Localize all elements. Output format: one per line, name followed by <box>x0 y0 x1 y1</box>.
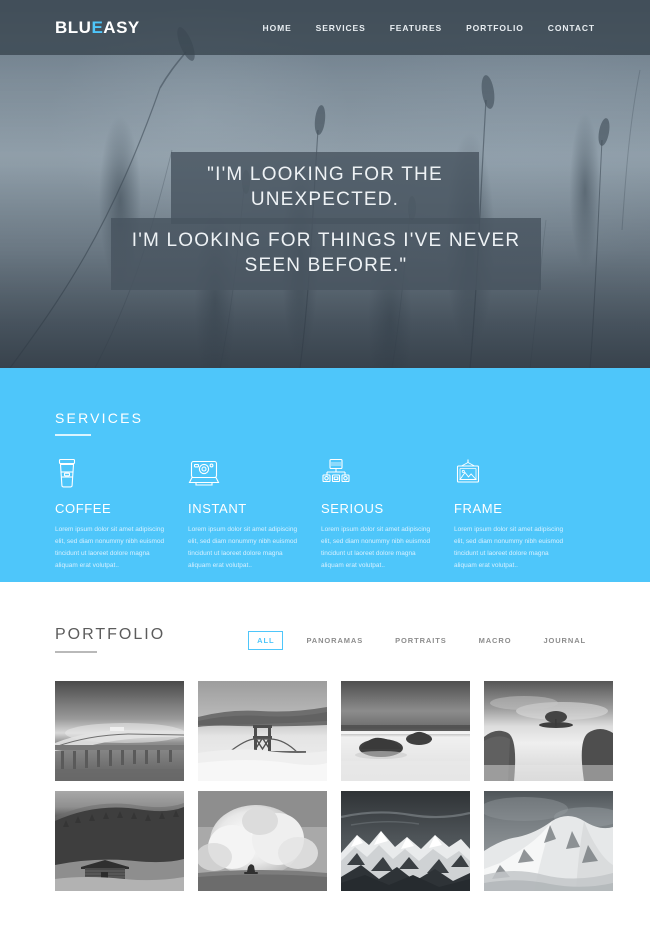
nav-item-portfolio[interactable]: PORTFOLIO <box>466 23 524 33</box>
site-logo[interactable]: BLUEASY <box>55 18 140 38</box>
site-header: BLUEASY HOME SERVICES FEATURES PORTFOLIO… <box>0 0 650 55</box>
service-title-instant: INSTANT <box>188 501 247 516</box>
portfolio-filter-panoramas[interactable]: PANORAMAS <box>297 631 372 650</box>
service-text-serious: Lorem ipsum dolor sit amet adipiscing el… <box>321 526 431 570</box>
portfolio-filter-macro[interactable]: MACRO <box>470 631 521 650</box>
portfolio-section: PORTFOLIO ALL PANORAMAS PORTRAITS MACRO … <box>0 582 650 891</box>
services-title: SERVICES <box>55 410 144 426</box>
services-section: SERVICES COFFEE Lorem ipsum dolor sit am… <box>0 368 650 582</box>
service-title-frame: FRAME <box>454 501 503 516</box>
hero-section: BLUEASY HOME SERVICES FEATURES PORTFOLIO… <box>0 0 650 368</box>
nav-item-contact[interactable]: CONTACT <box>548 23 595 33</box>
portfolio-item-bridge[interactable] <box>198 681 327 781</box>
portfolio-item-cabin[interactable] <box>55 791 184 891</box>
desktop-computer-icon <box>321 458 454 488</box>
portfolio-item-wave[interactable] <box>198 791 327 891</box>
nav-item-home[interactable]: HOME <box>263 23 292 33</box>
portfolio-header: PORTFOLIO ALL PANORAMAS PORTRAITS MACRO … <box>55 626 595 653</box>
logo-part-suffix: ASY <box>103 17 140 37</box>
instant-camera-icon <box>188 458 321 488</box>
portfolio-item-range[interactable] <box>341 791 470 891</box>
portfolio-title: PORTFOLIO <box>55 626 166 643</box>
picture-frame-icon <box>454 458 587 488</box>
portfolio-item-pier[interactable] <box>55 681 184 781</box>
service-text-frame: Lorem ipsum dolor sit amet adipiscing el… <box>454 526 564 570</box>
hero-quote-line-2: I'M LOOKING FOR THINGS I'VE NEVER SEEN B… <box>111 218 541 291</box>
portfolio-item-peak[interactable] <box>484 791 613 891</box>
portfolio-filter-portraits[interactable]: PORTRAITS <box>386 631 455 650</box>
hero-quote-line-1: "I'M LOOKING FOR THE UNEXPECTED. <box>171 152 479 225</box>
service-title-serious: SERIOUS <box>321 501 384 516</box>
logo-part-prefix: BLU <box>55 17 92 37</box>
nav-item-services[interactable]: SERVICES <box>316 23 366 33</box>
portfolio-filters: ALL PANORAMAS PORTRAITS MACRO JOURNAL <box>248 626 595 650</box>
portfolio-grid <box>55 681 613 891</box>
main-navigation: HOME SERVICES FEATURES PORTFOLIO CONTACT <box>263 23 595 33</box>
service-title-coffee: COFFEE <box>55 501 112 516</box>
service-text-instant: Lorem ipsum dolor sit amet adipiscing el… <box>188 526 298 570</box>
service-card-instant[interactable]: INSTANT Lorem ipsum dolor sit amet adipi… <box>188 458 321 572</box>
logo-part-accent: E <box>91 17 104 37</box>
nav-item-features[interactable]: FEATURES <box>390 23 442 33</box>
services-grid: COFFEE Lorem ipsum dolor sit amet adipis… <box>55 458 595 572</box>
service-card-frame[interactable]: FRAME Lorem ipsum dolor sit amet adipisc… <box>454 458 587 572</box>
service-card-coffee[interactable]: COFFEE Lorem ipsum dolor sit amet adipis… <box>55 458 188 572</box>
portfolio-item-tree[interactable] <box>484 681 613 781</box>
portfolio-item-rocks[interactable] <box>341 681 470 781</box>
services-title-underline <box>55 434 91 436</box>
coffee-cup-icon <box>55 458 188 488</box>
service-card-serious[interactable]: SERIOUS Lorem ipsum dolor sit amet adipi… <box>321 458 454 572</box>
portfolio-title-underline <box>55 651 97 653</box>
portfolio-title-wrap: PORTFOLIO <box>55 626 165 653</box>
portfolio-filter-all[interactable]: ALL <box>248 631 284 650</box>
portfolio-filter-journal[interactable]: JOURNAL <box>534 631 595 650</box>
service-text-coffee: Lorem ipsum dolor sit amet adipiscing el… <box>55 526 165 570</box>
